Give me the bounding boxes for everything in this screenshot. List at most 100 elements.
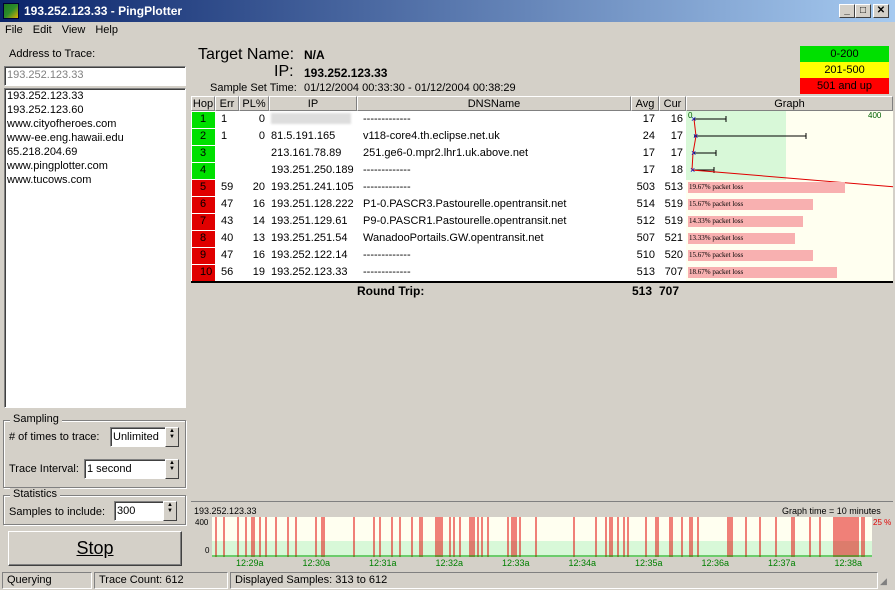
avg-cell: 507	[636, 232, 655, 244]
packet-loss-bar: 15.67% packet loss	[688, 250, 813, 261]
legend-red: 501 and up	[800, 78, 889, 94]
ip-cell: 193.251.128.222	[271, 198, 354, 210]
pl-cell: 13	[252, 232, 265, 244]
cur-cell: 17	[670, 130, 683, 142]
dns-cell: 251.ge6-0.mpr2.lhr1.uk.above.net	[363, 147, 529, 159]
col-cur[interactable]: Cur	[659, 96, 686, 111]
sample-time-label: Sample Set Time:	[210, 82, 297, 94]
err-cell: 40	[221, 232, 234, 244]
table-row[interactable]: 7 43 14 193.251.129.61 P9-0.PASCR1.Pastourel…	[191, 213, 893, 230]
dns-cell: -------------	[363, 266, 411, 278]
timeline-chart[interactable]	[212, 517, 872, 557]
table-row[interactable]: 4 193.251.250.189 ------------- 17 18	[191, 162, 893, 179]
minimize-button[interactable]: _	[839, 4, 855, 18]
hop-cell: 6	[192, 197, 215, 213]
timeline-tick-label: 12:34a	[568, 558, 597, 568]
ip-cell: 193.251.251.54	[271, 232, 348, 244]
timeline-y-top: 400	[195, 518, 209, 527]
dns-cell: -------------	[363, 181, 411, 193]
packet-loss-bar: 18.67% packet loss	[688, 267, 837, 278]
pl-cell: 19	[252, 266, 265, 278]
interval-input[interactable]: 1 second	[84, 459, 166, 479]
pl-cell: 0	[258, 130, 265, 142]
col-err[interactable]: Err	[215, 96, 239, 111]
close-button[interactable]: ✕	[873, 4, 889, 18]
hop-cell: 3	[192, 146, 215, 162]
col-hop[interactable]: Hop	[191, 96, 215, 111]
avg-cell: 17	[642, 113, 655, 125]
pl-cell: 14	[252, 215, 265, 227]
table-row[interactable]: 9 47 16 193.252.122.14 ------------- 510 520 15…	[191, 247, 893, 264]
dns-cell: -------------	[363, 164, 411, 176]
err-cell: 47	[221, 198, 234, 210]
err-cell: 1	[221, 113, 228, 125]
timeline-tick-label: 12:31a	[369, 558, 397, 568]
menu-edit[interactable]: Edit	[28, 22, 57, 38]
table-row[interactable]: 5 59 20 193.251.241.105 ------------- 503 513 1…	[191, 179, 893, 196]
samples-input[interactable]: 300	[114, 501, 164, 521]
legend-green: 0-200	[800, 46, 889, 62]
avg-cell: 512	[636, 215, 655, 227]
stop-button[interactable]: Stop	[8, 531, 182, 566]
avg-cell: 514	[636, 198, 655, 210]
table-row[interactable]: 3 213.161.78.89 251.ge6-0.mpr2.lhr1.uk.abo…	[191, 145, 893, 162]
table-row[interactable]: 1 1 0 ------------- 17 16	[191, 111, 893, 128]
maximize-button[interactable]: □	[855, 4, 871, 18]
interval-spinner[interactable]: ▲ ▼	[165, 459, 179, 479]
timeline-tick-label: 12:30a	[302, 558, 331, 568]
ip-cell: 193.251.250.189	[271, 164, 354, 176]
address-input[interactable]: 193.252.123.33	[4, 66, 186, 86]
menu-help[interactable]: Help	[90, 22, 123, 38]
table-row[interactable]: 8 40 13 193.251.251.54 WanadooPortails.GW.op…	[191, 230, 893, 247]
target-value: N/A	[304, 48, 325, 62]
times-spinner[interactable]: ▲ ▼	[165, 427, 179, 447]
status-displayed: Displayed Samples: 313 to 612	[230, 572, 878, 589]
pl-cell: 16	[252, 249, 265, 261]
times-input[interactable]: Unlimited	[110, 427, 166, 447]
history-item[interactable]: www.pingplotter.com	[5, 159, 185, 173]
ip-cell	[271, 113, 351, 124]
avg-cell: 510	[636, 249, 655, 261]
history-list[interactable]: 193.252.123.33 193.252.123.60 www.cityof…	[4, 88, 186, 408]
timeline-tick-label: 12:36a	[701, 558, 730, 568]
err-cell: 47	[221, 249, 234, 261]
timeline-tick-label: 12:37a	[768, 558, 796, 568]
history-item[interactable]: www.cityofheroes.com	[5, 117, 185, 131]
cur-cell: 18	[670, 164, 683, 176]
resize-grip-icon[interactable]: ◢	[880, 576, 887, 587]
history-item[interactable]: 193.252.123.33	[5, 89, 185, 103]
menu-view[interactable]: View	[57, 22, 91, 38]
cur-cell: 521	[664, 232, 683, 244]
samples-spinner[interactable]: ▲ ▼	[163, 501, 177, 521]
app-icon	[3, 3, 19, 19]
round-trip-label: Round Trip:	[357, 284, 425, 298]
col-pl[interactable]: PL%	[239, 96, 269, 111]
times-label: # of times to trace:	[9, 431, 100, 443]
table-row[interactable]: 10 56 19 193.252.123.33 ------------- 513 707 1…	[191, 264, 893, 281]
interval-label: Trace Interval:	[9, 463, 79, 475]
dns-cell: -------------	[363, 249, 411, 261]
status-state: Querying	[2, 572, 92, 589]
hop-cell: 7	[192, 214, 215, 230]
menu-file[interactable]: File	[0, 22, 28, 38]
history-item[interactable]: www.tucows.com	[5, 173, 185, 187]
table-row[interactable]: 2 1 0 81.5.191.165 v118-core4.th.eclipse.net…	[191, 128, 893, 145]
col-ip[interactable]: IP	[269, 96, 357, 111]
dns-cell: P9-0.PASCR1.Pastourelle.opentransit.net	[363, 215, 567, 227]
timeline-tick-label: 12:35a	[635, 558, 663, 568]
window-title: 193.252.123.33 - PingPlotter	[24, 4, 183, 18]
cur-cell: 16	[670, 113, 683, 125]
sampling-title: Sampling	[10, 413, 62, 425]
col-dnsname[interactable]: DNSName	[357, 96, 631, 111]
cur-cell: 513	[664, 181, 683, 193]
hop-cell: 5	[192, 180, 215, 196]
history-item[interactable]: 193.252.123.60	[5, 103, 185, 117]
col-graph[interactable]: Graph	[686, 96, 893, 111]
history-item[interactable]: 65.218.204.69	[5, 145, 185, 159]
ip-cell: 193.252.123.33	[271, 266, 348, 278]
table-row[interactable]: 6 47 16 193.251.128.222 P1-0.PASCR3.Pastoure…	[191, 196, 893, 213]
title-bar: 193.252.123.33 - PingPlotter _ □ ✕	[0, 0, 895, 22]
history-item[interactable]: www-ee.eng.hawaii.edu	[5, 131, 185, 145]
col-avg[interactable]: Avg	[631, 96, 659, 111]
packet-loss-bar: 13.33% packet loss	[688, 233, 795, 244]
